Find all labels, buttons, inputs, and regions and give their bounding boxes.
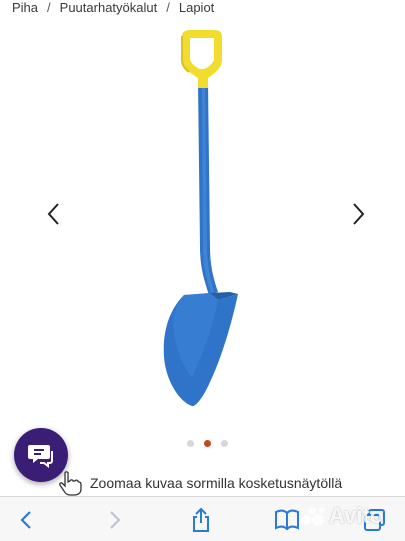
breadcrumb-item-puutarhatyokalut[interactable]: Puutarhatyökalut xyxy=(60,0,158,15)
browser-toolbar xyxy=(0,496,405,541)
breadcrumb-separator: / xyxy=(47,0,51,15)
forward-icon xyxy=(110,511,121,529)
product-image-shovel[interactable] xyxy=(110,22,300,417)
tabs-icon xyxy=(364,509,385,531)
gallery-dot[interactable] xyxy=(221,440,228,447)
breadcrumb-separator: / xyxy=(166,0,170,15)
hand-pointer-icon xyxy=(59,471,82,496)
breadcrumb-item-piha[interactable]: Piha xyxy=(12,0,38,15)
share-icon xyxy=(193,507,209,532)
forward-button[interactable] xyxy=(101,507,127,533)
chat-bubbles-icon xyxy=(28,445,53,468)
tabs-button[interactable] xyxy=(362,507,388,533)
back-icon xyxy=(20,511,31,529)
gallery-dot-active[interactable] xyxy=(204,440,211,447)
gallery-dot[interactable] xyxy=(187,440,194,447)
breadcrumb-item-lapiot[interactable]: Lapiot xyxy=(179,0,214,15)
bookmarks-icon xyxy=(275,509,299,531)
bookmarks-button[interactable] xyxy=(274,507,300,533)
zoom-hint: Zoomaa kuvaa sormilla kosketusnäytöllä xyxy=(56,470,342,496)
gallery-next-button[interactable] xyxy=(346,200,370,228)
chevron-right-icon xyxy=(353,203,365,225)
chevron-left-icon xyxy=(47,203,59,225)
share-button[interactable] xyxy=(188,507,214,533)
gallery-pagination xyxy=(187,440,228,447)
back-button[interactable] xyxy=(14,507,40,533)
breadcrumb: Piha / Puutarhatyökalut / Lapiot xyxy=(12,0,214,16)
zoom-hint-text: Zoomaa kuvaa sormilla kosketusnäytöllä xyxy=(90,475,343,491)
gallery-prev-button[interactable] xyxy=(42,200,66,228)
